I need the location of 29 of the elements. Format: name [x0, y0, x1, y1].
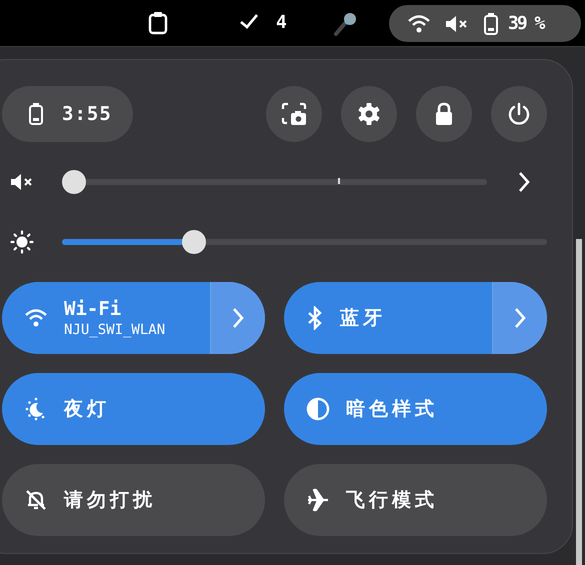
contrast-icon — [306, 397, 330, 421]
system-status-button[interactable]: 39 % — [389, 5, 581, 42]
toggle-button[interactable]: 夜灯 — [2, 373, 265, 445]
screenshot-icon — [281, 102, 307, 126]
bell-muted-icon — [24, 488, 48, 512]
toggle-button[interactable]: 飞行模式 — [284, 464, 547, 536]
battery-percentage: 39 % — [508, 13, 544, 34]
battery-icon — [28, 102, 44, 126]
microphone-icon[interactable] — [332, 11, 358, 37]
bluetooth-icon — [306, 306, 324, 330]
chevron-icon — [513, 307, 527, 329]
wifi-icon — [24, 308, 48, 328]
settings-icon — [357, 102, 381, 126]
wifi-icon — [407, 14, 431, 34]
battery-icon — [483, 12, 499, 36]
battery-time-button[interactable]: 3:55 — [2, 86, 133, 142]
volume-slider[interactable] — [62, 170, 487, 194]
toggle-menu-button[interactable]: 蓝牙 — [284, 282, 547, 354]
brightness-icon — [10, 230, 34, 254]
lock-icon — [433, 102, 455, 126]
clipboard-icon[interactable] — [147, 11, 169, 35]
task-count: 4 — [276, 12, 287, 33]
chevron-icon — [231, 307, 245, 329]
toggle-menu-button[interactable]: Wi-Fi NJU_SWI_WLAN — [2, 282, 265, 354]
toggle-button[interactable]: 暗色样式 — [284, 373, 547, 445]
brightness-slider[interactable] — [62, 230, 547, 254]
power-icon — [507, 102, 531, 126]
toggle-button[interactable]: 请勿打扰 — [2, 464, 265, 536]
airplane-icon — [306, 488, 330, 512]
